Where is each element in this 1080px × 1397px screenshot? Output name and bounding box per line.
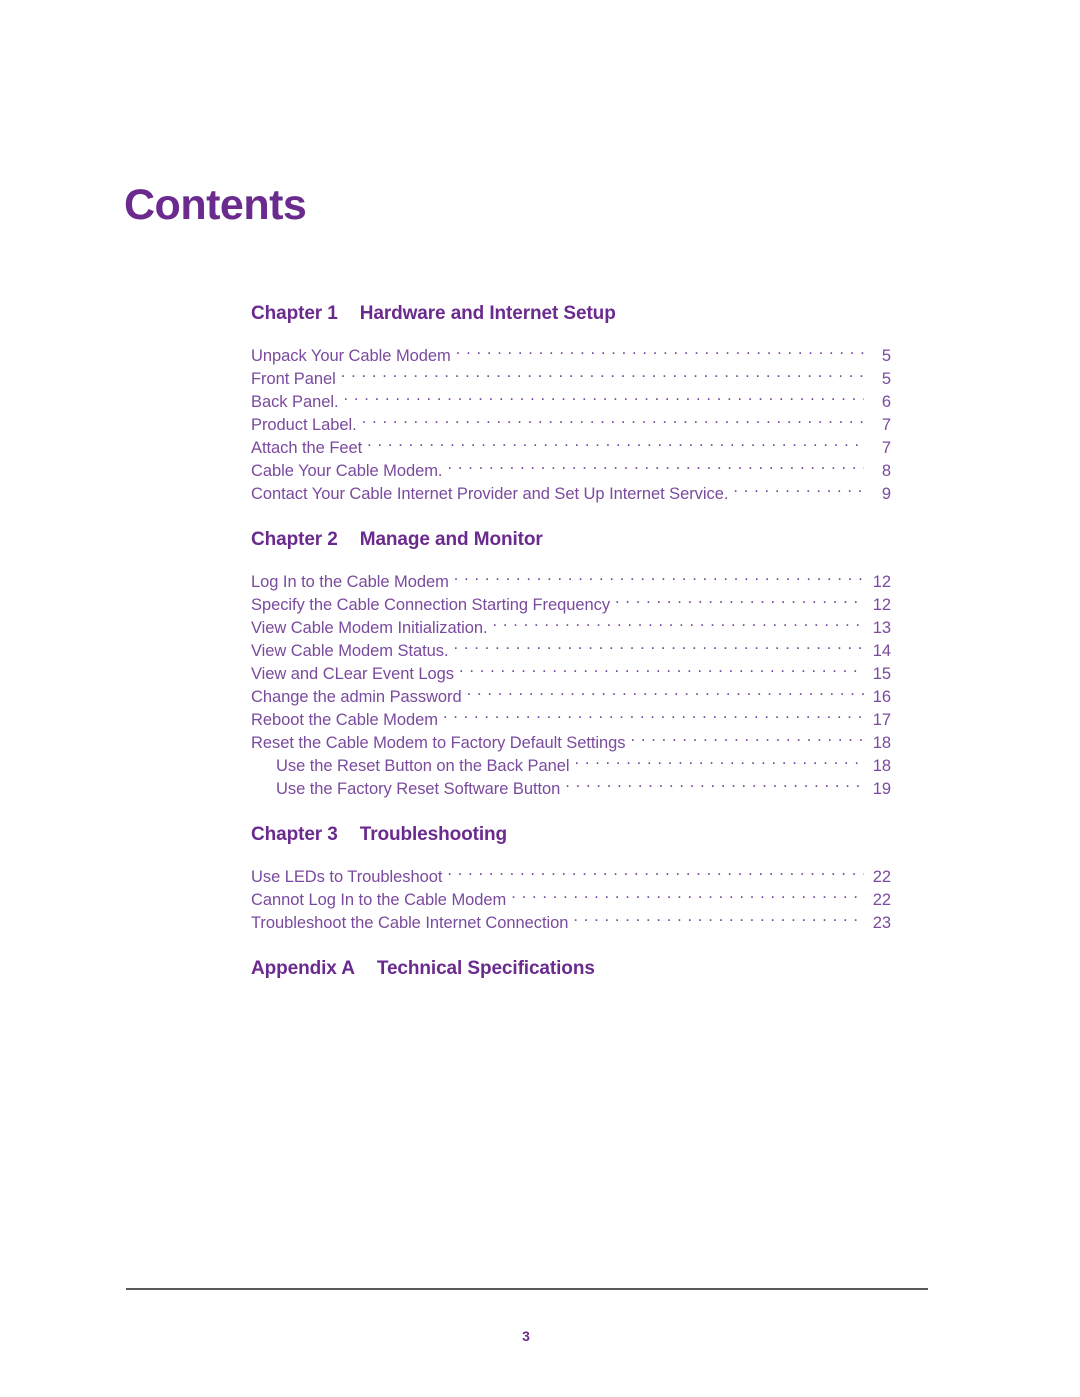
toc-entry-page-number: 22 (872, 890, 891, 909)
toc-dot-leader (344, 384, 864, 407)
toc-entry-label: Back Panel. (251, 392, 339, 411)
toc-section-heading[interactable]: Chapter 3 Troubleshooting (251, 824, 891, 846)
toc-entry-page-number: 7 (881, 438, 891, 457)
toc-dot-leader (454, 564, 864, 587)
toc-entry-page-number: 6 (881, 392, 891, 411)
toc-entry-page-number: 5 (881, 369, 891, 388)
toc-entry-page-number: 5 (881, 346, 891, 365)
toc-section-number: Appendix A (251, 957, 355, 979)
toc-entry-label: Contact Your Cable Internet Provider and… (251, 484, 729, 503)
toc-entry-page-number: 12 (872, 595, 891, 614)
toc-dot-leader (574, 748, 864, 771)
toc-section: Chapter 3 Troubleshooting Use LEDs to Trou… (251, 824, 891, 932)
toc-entry-label: Use LEDs to Troubleshoot (251, 867, 443, 886)
toc-dot-leader (454, 633, 864, 656)
toc-entry[interactable]: Use LEDs to Troubleshoot 22 (251, 859, 891, 886)
footer-page-number: 3 (522, 1328, 530, 1344)
toc-entry-label: Use the Factory Reset Software Button (276, 779, 561, 798)
toc-section-heading[interactable]: Chapter 2 Manage and Monitor (251, 529, 891, 551)
toc-section-heading[interactable]: Appendix A Technical Specifications (251, 958, 891, 980)
toc-entry-page-number: 17 (872, 710, 891, 729)
toc-dot-leader (565, 771, 864, 794)
toc-entry-label: Reboot the Cable Modem (251, 710, 438, 729)
toc-section-title: Troubleshooting (359, 823, 508, 845)
toc-entry[interactable]: Log In to the Cable Modem 12 (251, 564, 891, 591)
toc-entry-page-number: 12 (872, 572, 891, 591)
toc-entry-label: Change the admin Password (251, 687, 462, 706)
toc-dot-leader (443, 702, 864, 725)
toc-entry-label: Log In to the Cable Modem (251, 572, 449, 591)
toc-section-number: Chapter 2 (251, 528, 338, 550)
toc-entry-page-number: 22 (872, 867, 891, 886)
toc-entry-page-number: 9 (881, 484, 891, 503)
toc-section-heading[interactable]: Chapter 1 Hardware and Internet Setup (251, 303, 891, 325)
toc-section-number: Chapter 1 (251, 303, 338, 324)
toc-section: Chapter 2 Manage and Monitor Log In to the… (251, 529, 891, 798)
toc-dot-leader (447, 453, 864, 476)
toc-dot-leader (493, 610, 864, 633)
toc-section: Appendix A Technical Specifications (251, 958, 891, 980)
page-title: Contents (124, 180, 307, 229)
toc-entry-page-number: 19 (872, 779, 891, 798)
toc-section-title: Technical Specifications (376, 957, 595, 979)
toc-dot-leader (341, 361, 864, 384)
toc-entry-label: Cable Your Cable Modem. (251, 461, 443, 480)
toc-entry[interactable]: Front Panel 5 (251, 361, 891, 388)
toc-section-title: Manage and Monitor (359, 528, 543, 550)
toc-dot-leader (447, 859, 864, 882)
toc-dot-leader (630, 725, 864, 748)
toc-dot-leader (362, 407, 864, 430)
toc-entry-label: View Cable Modem Initialization. (251, 618, 488, 637)
toc-entry-page-number: 23 (872, 913, 891, 932)
toc-entry-label: Product Label. (251, 415, 357, 434)
toc-entry-page-number: 18 (872, 756, 891, 775)
toc-entry-page-number: 16 (872, 687, 891, 706)
table-of-contents: Chapter 1 Hardware and Internet Setup Unpa… (251, 303, 891, 992)
toc-entry-label: Attach the Feet (251, 438, 363, 457)
toc-entry-page-number: 13 (872, 618, 891, 637)
toc-entry-page-number: 18 (872, 733, 891, 752)
toc-dot-leader (733, 476, 864, 499)
toc-section-title: Hardware and Internet Setup (359, 303, 616, 324)
toc-entry-label: Front Panel (251, 369, 336, 388)
toc-entry-page-number: 7 (881, 415, 891, 434)
toc-entry-page-number: 8 (881, 461, 891, 480)
toc-entry-label: Troubleshoot the Cable Internet Connecti… (251, 913, 569, 932)
toc-entry-list: Log In to the Cable Modem12Specify the C… (251, 564, 891, 798)
toc-entry-list: Use LEDs to Troubleshoot 22 Cannot Log In … (251, 859, 891, 932)
toc-entry-label: View and CLear Event Logs (251, 664, 454, 683)
toc-entry-page-number: 15 (872, 664, 891, 683)
toc-dot-leader (367, 430, 864, 453)
toc-dot-leader (459, 656, 864, 679)
footer-divider (126, 1288, 928, 1290)
toc-entry-label: Reset the Cable Modem to Factory Default… (251, 733, 626, 752)
toc-section-number: Chapter 3 (251, 823, 338, 845)
toc-entry[interactable]: Product Label. 7 (251, 407, 891, 434)
document-page: Contents Chapter 1 Hardware and Internet … (0, 0, 1080, 1397)
toc-dot-leader (456, 338, 864, 361)
toc-entry[interactable]: Unpack Your Cable Modem5 (251, 338, 891, 365)
toc-entry-label: Use the Reset Button on the Back Panel (276, 756, 570, 775)
toc-entry-label: Cannot Log In to the Cable Modem (251, 890, 507, 909)
toc-dot-leader (573, 905, 864, 928)
toc-entry-label: View Cable Modem Status. (251, 641, 449, 660)
toc-dot-leader (511, 882, 864, 905)
toc-section: Chapter 1 Hardware and Internet Setup Unpa… (251, 303, 891, 503)
toc-dot-leader (615, 587, 864, 610)
toc-dot-leader (467, 679, 864, 702)
toc-entry-page-number: 14 (872, 641, 891, 660)
toc-entry[interactable]: Back Panel. 6 (251, 384, 891, 411)
toc-entry-list: Unpack Your Cable Modem5Front Panel5Back… (251, 338, 891, 503)
